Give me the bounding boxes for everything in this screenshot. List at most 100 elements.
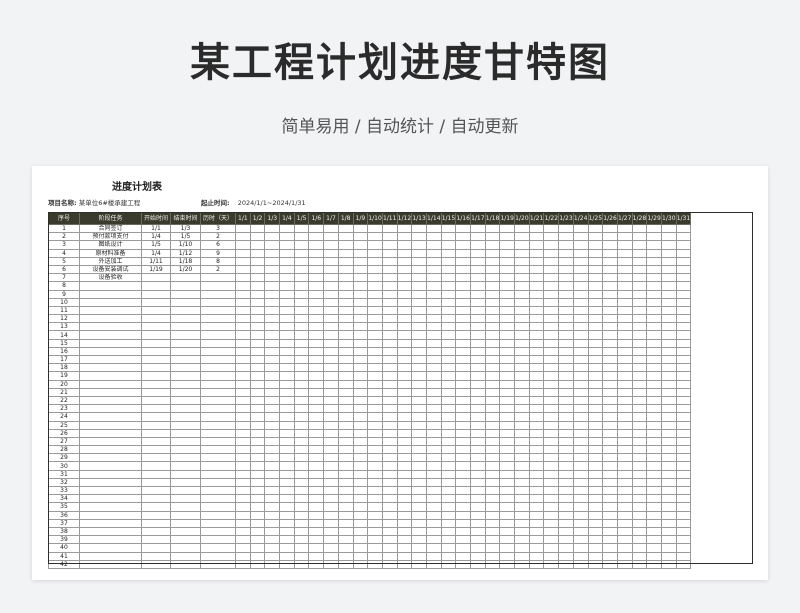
gantt-cell[interactable] bbox=[528, 428, 545, 438]
cell-days[interactable] bbox=[200, 453, 236, 463]
gantt-cell[interactable] bbox=[484, 428, 501, 438]
gantt-cell[interactable] bbox=[528, 223, 545, 234]
gantt-cell[interactable] bbox=[675, 436, 692, 447]
cell-days[interactable] bbox=[200, 412, 236, 422]
gantt-cell[interactable] bbox=[249, 445, 266, 455]
gantt-cell[interactable] bbox=[396, 510, 413, 520]
cell-end[interactable] bbox=[170, 445, 201, 455]
gantt-cell[interactable] bbox=[675, 461, 692, 471]
gantt-cell[interactable] bbox=[367, 559, 383, 569]
gantt-cell[interactable] bbox=[514, 363, 530, 373]
gantt-cell[interactable] bbox=[528, 363, 545, 373]
gantt-cell[interactable] bbox=[279, 346, 295, 357]
gantt-cell[interactable] bbox=[352, 264, 369, 275]
gantt-cell[interactable] bbox=[308, 281, 325, 291]
gantt-cell[interactable] bbox=[249, 387, 266, 397]
gantt-cell[interactable] bbox=[484, 330, 501, 340]
gantt-cell[interactable] bbox=[543, 412, 560, 422]
gantt-cell[interactable] bbox=[323, 494, 339, 504]
gantt-cell[interactable] bbox=[264, 436, 281, 447]
gantt-cell[interactable] bbox=[499, 502, 516, 512]
cell-task[interactable] bbox=[79, 461, 142, 471]
cell-end[interactable] bbox=[170, 477, 201, 488]
gantt-cell[interactable] bbox=[425, 551, 442, 561]
gantt-cell[interactable] bbox=[514, 387, 530, 397]
gantt-cell[interactable] bbox=[293, 346, 310, 357]
gantt-cell[interactable] bbox=[352, 485, 369, 496]
gantt-cell[interactable] bbox=[602, 330, 618, 340]
gantt-cell[interactable] bbox=[646, 379, 662, 389]
gantt-cell[interactable] bbox=[381, 264, 398, 275]
gantt-cell[interactable] bbox=[528, 543, 545, 553]
gantt-cell[interactable] bbox=[411, 330, 427, 340]
cell-task[interactable] bbox=[79, 412, 142, 422]
gantt-cell[interactable] bbox=[470, 543, 486, 553]
gantt-cell[interactable] bbox=[293, 363, 310, 373]
gantt-cell[interactable] bbox=[499, 314, 516, 324]
cell-task[interactable]: 设备验收 bbox=[79, 273, 142, 283]
gantt-cell[interactable] bbox=[367, 469, 383, 479]
gantt-cell[interactable] bbox=[235, 494, 251, 504]
gantt-cell[interactable] bbox=[293, 387, 310, 397]
gantt-cell[interactable] bbox=[558, 281, 574, 291]
gantt-cell[interactable] bbox=[411, 477, 427, 488]
gantt-cell[interactable] bbox=[616, 346, 633, 357]
gantt-cell[interactable] bbox=[293, 371, 310, 381]
gantt-cell[interactable] bbox=[675, 420, 692, 430]
gantt-cell[interactable] bbox=[235, 346, 251, 357]
gantt-cell[interactable] bbox=[440, 395, 457, 406]
gantt-cell[interactable] bbox=[514, 248, 530, 258]
gantt-cell[interactable] bbox=[455, 314, 471, 324]
gantt-cell[interactable] bbox=[337, 223, 354, 234]
gantt-cell[interactable] bbox=[293, 289, 310, 299]
gantt-cell[interactable] bbox=[587, 273, 604, 283]
gantt-cell[interactable] bbox=[675, 346, 692, 357]
gantt-cell[interactable] bbox=[293, 297, 310, 307]
cell-days[interactable] bbox=[200, 305, 236, 316]
gantt-cell[interactable] bbox=[675, 363, 692, 373]
gantt-cell[interactable] bbox=[367, 240, 383, 250]
gantt-cell[interactable] bbox=[323, 502, 339, 512]
gantt-cell[interactable] bbox=[631, 264, 648, 275]
gantt-cell[interactable] bbox=[293, 518, 310, 528]
gantt-cell[interactable] bbox=[514, 305, 530, 316]
gantt-cell[interactable] bbox=[660, 510, 677, 520]
gantt-cell[interactable] bbox=[279, 371, 295, 381]
gantt-cell[interactable] bbox=[308, 510, 325, 520]
gantt-cell[interactable] bbox=[499, 453, 516, 463]
gantt-cell[interactable] bbox=[660, 551, 677, 561]
gantt-cell[interactable] bbox=[411, 502, 427, 512]
gantt-cell[interactable] bbox=[660, 395, 677, 406]
cell-start[interactable] bbox=[141, 404, 171, 414]
gantt-cell[interactable] bbox=[440, 240, 457, 250]
gantt-cell[interactable] bbox=[646, 469, 662, 479]
gantt-cell[interactable] bbox=[381, 248, 398, 258]
cell-task[interactable] bbox=[79, 559, 142, 569]
gantt-cell[interactable] bbox=[558, 526, 574, 537]
cell-start[interactable] bbox=[141, 551, 171, 561]
cell-days[interactable] bbox=[200, 469, 236, 479]
cell-days[interactable] bbox=[200, 502, 236, 512]
gantt-cell[interactable] bbox=[352, 518, 369, 528]
gantt-cell[interactable] bbox=[455, 305, 471, 316]
gantt-cell[interactable] bbox=[616, 428, 633, 438]
gantt-cell[interactable] bbox=[616, 240, 633, 250]
gantt-cell[interactable] bbox=[396, 543, 413, 553]
gantt-cell[interactable] bbox=[675, 494, 692, 504]
gantt-cell[interactable] bbox=[514, 543, 530, 553]
gantt-cell[interactable] bbox=[514, 232, 530, 242]
gantt-cell[interactable] bbox=[514, 510, 530, 520]
gantt-cell[interactable] bbox=[249, 518, 266, 528]
gantt-cell[interactable] bbox=[279, 535, 295, 545]
gantt-cell[interactable] bbox=[411, 338, 427, 348]
gantt-cell[interactable] bbox=[602, 248, 618, 258]
gantt-cell[interactable] bbox=[440, 420, 457, 430]
gantt-cell[interactable] bbox=[440, 412, 457, 422]
gantt-cell[interactable] bbox=[572, 322, 589, 332]
gantt-cell[interactable] bbox=[484, 494, 501, 504]
cell-task[interactable] bbox=[79, 477, 142, 488]
gantt-cell[interactable] bbox=[425, 281, 442, 291]
gantt-cell[interactable] bbox=[440, 248, 457, 258]
gantt-cell[interactable] bbox=[543, 223, 560, 234]
gantt-cell[interactable] bbox=[381, 469, 398, 479]
